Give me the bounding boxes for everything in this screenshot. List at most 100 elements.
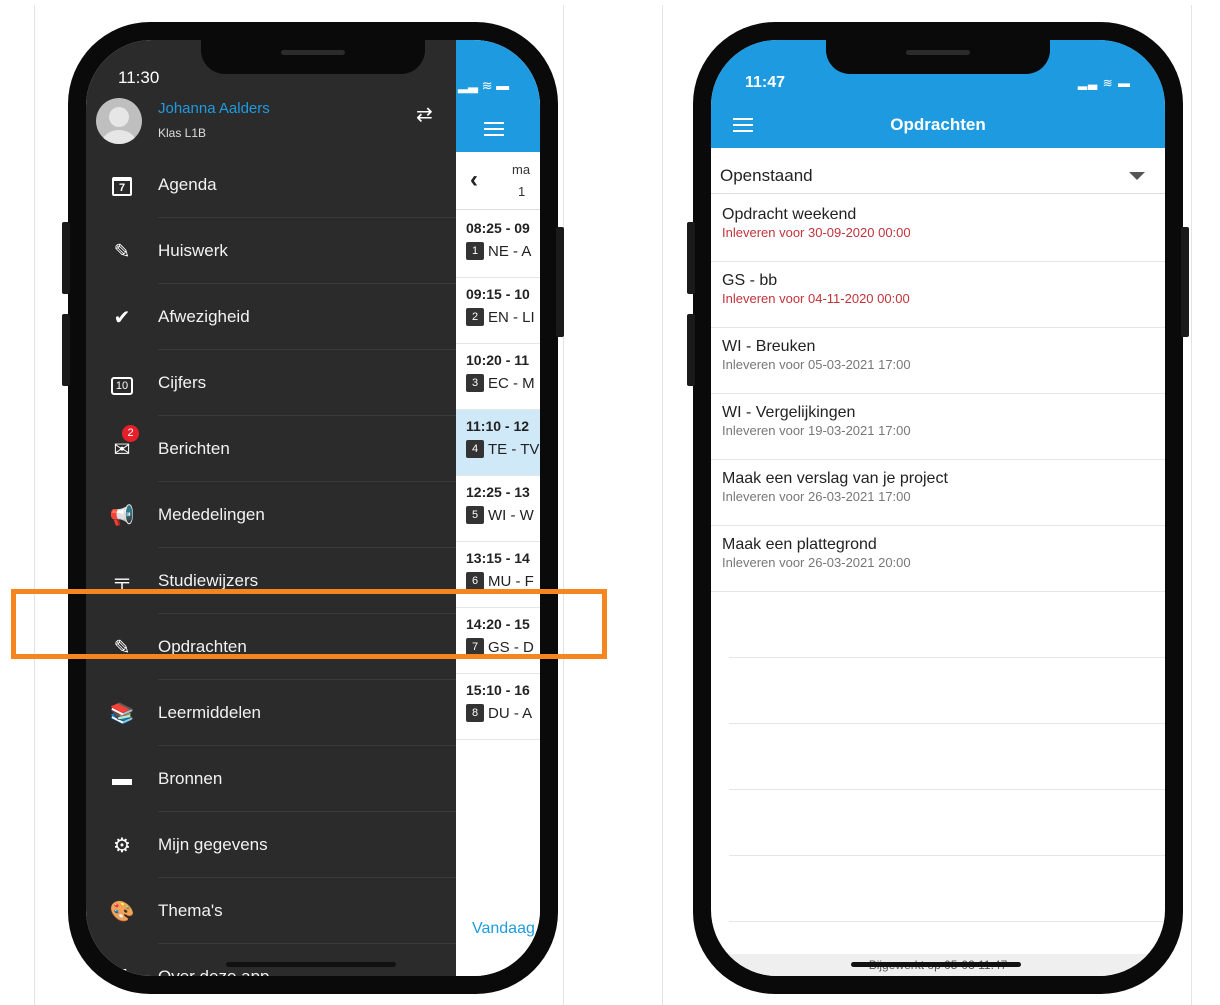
volume-up-button — [62, 222, 70, 294]
notch — [201, 40, 425, 74]
avatar[interactable] — [96, 98, 142, 144]
lesson-number: 5 — [466, 506, 484, 524]
lesson-row[interactable]: 10:20 - 11 3 EC - M — [456, 344, 540, 410]
folder-icon: ▬ — [112, 767, 132, 790]
list-divider — [729, 657, 1165, 658]
assignment-row[interactable]: WI - Vergelijkingen Inleveren voor 19-03-… — [711, 394, 1165, 460]
today-button[interactable]: Vandaag — [472, 920, 535, 938]
right-screen: 11:47 ▂▃ ≋ ▬ Opdrachten Openstaand Opdra… — [711, 40, 1165, 976]
assignment-due-date: Inleveren voor 26-03-2021 17:00 — [722, 489, 911, 504]
assignment-due-date: Inleveren voor 19-03-2021 17:00 — [722, 423, 911, 438]
books-icon: 📚 — [109, 702, 135, 725]
lesson-subject: EC - M — [488, 374, 535, 392]
home-indicator — [226, 962, 396, 967]
left-screen: ▂▃ ≋ ▬ ‹ ma 1 08:25 - 09 1 NE - A 09:15 - 1… — [86, 40, 540, 976]
menu-item-label: Afwezigheid — [158, 307, 250, 326]
assignment-row[interactable]: Opdracht weekend Inleveren voor 30-09-202… — [711, 196, 1165, 262]
user-class: Klas L1B — [158, 126, 207, 140]
menu-item-leermiddelen[interactable]: 📚 Leermiddelen — [86, 680, 456, 746]
lesson-time: 09:15 - 10 — [466, 286, 530, 302]
menu-item-label: Mededelingen — [158, 505, 265, 524]
check-circle-icon: ✔ — [113, 306, 131, 329]
assignment-row[interactable]: GS - bb Inleveren voor 04-11-2020 00:00 — [711, 262, 1165, 328]
lesson-row[interactable]: 12:25 - 13 5 WI - W — [456, 476, 540, 542]
menu-item-berichten[interactable]: ✉ 2 Berichten — [86, 416, 456, 482]
home-indicator — [851, 962, 1021, 967]
assignment-due-date: Inleveren voor 30-09-2020 00:00 — [722, 225, 911, 240]
menu-item-cijfers[interactable]: 10 Cijfers — [86, 350, 456, 416]
status-icons: ▂▃ ≋ ▬ — [458, 78, 510, 93]
lesson-row[interactable]: 08:25 - 09 1 NE - A — [456, 212, 540, 278]
lesson-subject: WI - W — [488, 506, 534, 524]
status-filter-select[interactable]: Openstaand — [711, 158, 1165, 194]
palette-icon: 🎨 — [109, 900, 135, 923]
menu-item-label: Agenda — [158, 175, 217, 194]
menu-item-bronnen[interactable]: ▬ Bronnen — [86, 746, 456, 812]
lesson-time: 08:25 - 09 — [466, 220, 530, 236]
menu-item-afwezigheid[interactable]: ✔ Afwezigheid — [86, 284, 456, 350]
hamburger-menu-icon[interactable] — [484, 122, 504, 136]
switch-account-icon[interactable]: ⇄ — [416, 102, 433, 127]
menu-item-mededelingen[interactable]: 📢 Mededelingen — [86, 482, 456, 548]
power-button — [556, 227, 564, 337]
app-logo-icon: M. — [86, 966, 158, 977]
menu-item-label: Leermiddelen — [158, 703, 262, 722]
lesson-number: 1 — [466, 242, 484, 260]
filter-value: Openstaand — [720, 166, 813, 185]
gear-icon: ⚙ — [113, 834, 131, 857]
lesson-number: 3 — [466, 374, 484, 392]
menu-item-over-deze-app[interactable]: M.Over deze app — [86, 944, 456, 977]
page-title: Opdrachten — [890, 115, 986, 134]
menu-item-label: Mijn gegevens — [158, 835, 268, 854]
assignment-title: WI - Breuken — [722, 338, 816, 355]
assignment-title: GS - bb — [722, 272, 778, 289]
status-time: 11:30 — [118, 68, 160, 87]
assignment-title: WI - Vergelijkingen — [722, 404, 856, 421]
assignment-due-date: Inleveren voor 04-11-2020 00:00 — [722, 291, 910, 306]
unread-badge: 2 — [122, 424, 139, 442]
lesson-row[interactable]: 15:10 - 16 8 DU - A — [456, 674, 540, 740]
menu-item-label: Berichten — [158, 439, 230, 458]
lesson-subject: MU - F — [488, 572, 534, 590]
menu-item-mijn-gegevens[interactable]: ⚙ Mijn gegevens — [86, 812, 456, 878]
menu-item-huiswerk[interactable]: ✎ Huiswerk — [86, 218, 456, 284]
volume-down-button — [687, 314, 695, 386]
left-phone: ▂▃ ≋ ▬ ‹ ma 1 08:25 - 09 1 NE - A 09:15 - 1… — [62, 22, 564, 994]
lesson-number: 4 — [466, 440, 484, 458]
power-button — [1181, 227, 1189, 337]
volume-up-button — [687, 222, 695, 294]
list-divider — [729, 789, 1165, 790]
day-abbr: ma — [512, 162, 531, 177]
menu-item-agenda[interactable]: 7 Agenda — [86, 152, 456, 218]
list-divider — [729, 855, 1165, 856]
lesson-number: 2 — [466, 308, 484, 326]
lesson-row[interactable]: 11:10 - 12 4 TE - TV — [456, 410, 540, 476]
day-number[interactable]: 1 — [518, 184, 525, 199]
calendar-icon: 7 — [86, 174, 158, 197]
assignment-row[interactable]: Maak een verslag van je project Inleveren… — [711, 460, 1165, 526]
lesson-subject: TE - TV — [488, 440, 540, 458]
lesson-time: 15:10 - 16 — [466, 682, 530, 698]
lesson-number: 6 — [466, 572, 484, 590]
menu-item-label: Bronnen — [158, 769, 223, 788]
assignment-title: Maak een verslag van je project — [722, 470, 948, 487]
menu-item-label: Over deze app — [158, 967, 270, 976]
lesson-time: 13:15 - 14 — [466, 550, 530, 566]
assignment-row[interactable]: Maak een plattegrond Inleveren voor 26-03… — [711, 526, 1165, 592]
assignment-row[interactable]: WI - Breuken Inleveren voor 05-03-2021 17… — [711, 328, 1165, 394]
lesson-row[interactable]: 09:15 - 10 2 EN - LI — [456, 278, 540, 344]
status-icons: ▂▃ ≋ ▬ — [1077, 76, 1131, 90]
status-time: 11:47 — [745, 74, 786, 91]
schedule-panel: ▂▃ ≋ ▬ ‹ ma 1 08:25 - 09 1 NE - A 09:15 - 1… — [456, 40, 540, 976]
mail-icon: ✉ 2 — [86, 424, 158, 462]
assignment-due-date: Inleveren voor 26-03-2021 20:00 — [722, 555, 911, 570]
assignment-due-date: Inleveren voor 05-03-2021 17:00 — [722, 357, 911, 372]
menu-item-thema-s[interactable]: 🎨 Thema's — [86, 878, 456, 944]
edit-icon: ✎ — [113, 240, 131, 263]
lesson-number: 8 — [466, 704, 484, 722]
week-nav: ‹ ma 1 — [456, 152, 540, 210]
lesson-subject: DU - A — [488, 704, 533, 722]
assignment-title: Opdracht weekend — [722, 206, 857, 223]
menu-item-label: Thema's — [158, 901, 223, 920]
previous-day-icon[interactable]: ‹ — [470, 166, 478, 194]
